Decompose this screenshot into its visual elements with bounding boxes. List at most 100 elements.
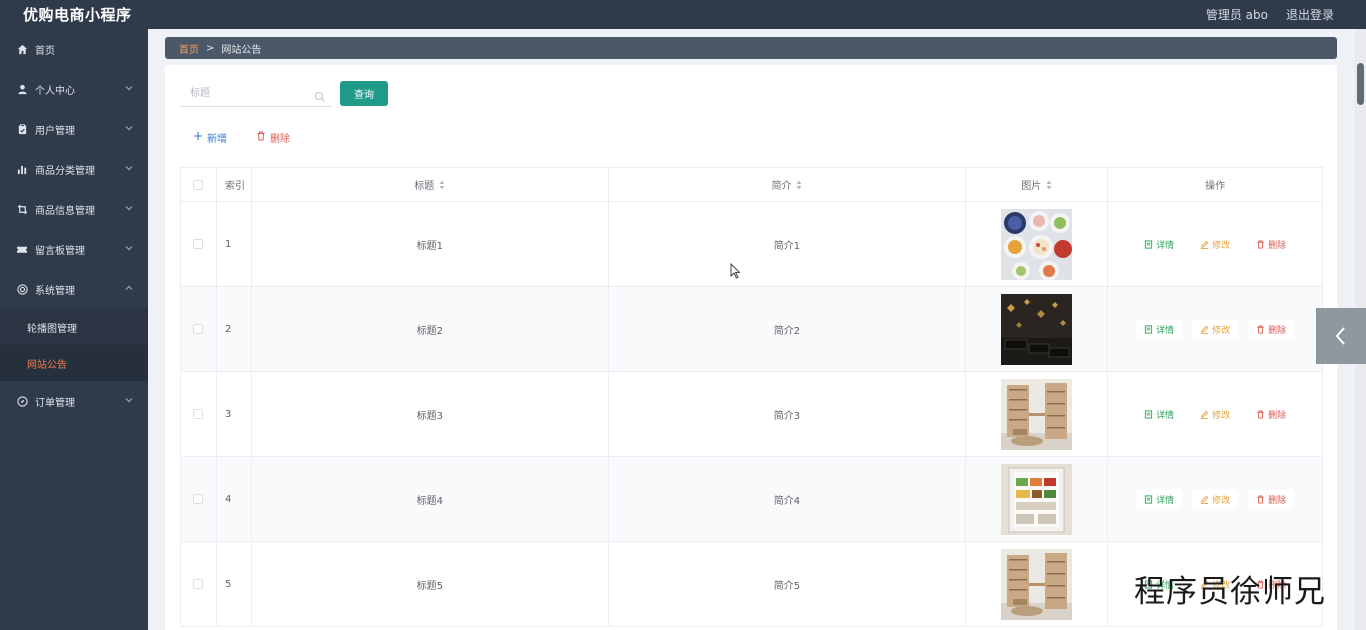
- query-button[interactable]: 查询: [340, 81, 388, 106]
- breadcrumb-current: 网站公告: [221, 44, 262, 56]
- sidebar-item-carousel-management[interactable]: 轮播图管理: [0, 309, 148, 345]
- row-title: 标题1: [252, 202, 609, 286]
- chevron-down-icon: [124, 243, 134, 253]
- bookshelf-room-photo[interactable]: [1001, 548, 1073, 620]
- sidebar-item-personal-center[interactable]: 个人中心: [0, 69, 148, 109]
- pencil-icon: [1200, 410, 1209, 419]
- row-checkbox[interactable]: [193, 494, 204, 504]
- clipboard-icon: [16, 123, 28, 135]
- edit-label: 修改: [1212, 410, 1231, 421]
- edit-button[interactable]: 修改: [1192, 404, 1239, 424]
- page-scrollbar-thumb[interactable]: [1357, 63, 1364, 105]
- delete-button[interactable]: 删除: [1248, 234, 1295, 254]
- delete-button[interactable]: 删除: [1248, 489, 1295, 509]
- batch-delete-button[interactable]: 删除: [256, 128, 290, 146]
- sidebar-item-label: 首页: [35, 45, 55, 57]
- add-button[interactable]: 新增: [193, 128, 227, 146]
- delete-button[interactable]: 删除: [1248, 404, 1295, 424]
- delete-button-label: 删除: [270, 133, 290, 145]
- row-checkbox[interactable]: [193, 409, 204, 419]
- sidebar-item-site-announcement[interactable]: 网站公告: [0, 345, 148, 381]
- search-icon[interactable]: [314, 88, 326, 102]
- detail-button[interactable]: 详情: [1136, 404, 1183, 424]
- breadcrumb-separator: >: [206, 42, 215, 54]
- row-intro: 简介4: [609, 457, 967, 541]
- header-checkbox-cell: [181, 168, 217, 201]
- sidebar-item-message-board[interactable]: 留言板管理: [0, 229, 148, 269]
- sidebar-item-label: 个人中心: [35, 85, 75, 97]
- delete-label: 删除: [1268, 325, 1287, 336]
- settings-circle-icon: [16, 283, 28, 295]
- document-icon: [1144, 494, 1153, 504]
- row-checkbox[interactable]: [193, 579, 204, 589]
- header-intro-label: 简介: [771, 181, 792, 192]
- detail-button[interactable]: 详情: [1136, 319, 1183, 339]
- header-index: 索引: [217, 168, 252, 201]
- delete-label: 删除: [1268, 410, 1287, 421]
- breadcrumb: 首页 > 网站公告: [165, 37, 1337, 59]
- edit-button[interactable]: 修改: [1192, 319, 1239, 339]
- logout-link[interactable]: 退出登录: [1286, 6, 1334, 23]
- document-icon: [1144, 409, 1153, 419]
- table-row: 3 标题3 简介3 详情 修改 删除: [181, 372, 1324, 457]
- row-ops: 详情 修改 删除: [1108, 372, 1324, 456]
- delete-label: 删除: [1268, 495, 1287, 506]
- dark-cabinet-photo[interactable]: [1001, 293, 1073, 365]
- chevron-down-icon: [124, 83, 134, 93]
- row-ops: 详情 修改 删除: [1108, 457, 1324, 541]
- edit-label: 修改: [1212, 495, 1231, 506]
- pencil-icon: [1200, 325, 1209, 334]
- edit-button[interactable]: 修改: [1192, 489, 1239, 509]
- header-title[interactable]: 标题: [252, 168, 609, 201]
- sidebar-item-label: 系统管理: [35, 285, 75, 297]
- row-image-cell: [966, 372, 1109, 456]
- row-index: 2: [217, 287, 252, 371]
- sidebar-item-product-management[interactable]: 商品信息管理: [0, 189, 148, 229]
- sidebar-item-user-management[interactable]: 用户管理: [0, 109, 148, 149]
- table-row: 1 标题1 简介1 详情 修改 删除: [181, 202, 1324, 287]
- chevron-up-icon: [124, 283, 134, 293]
- home-icon: [16, 43, 28, 55]
- chevron-down-icon: [124, 123, 134, 133]
- bookshelf-room-photo[interactable]: [1001, 378, 1073, 450]
- header-image[interactable]: 图片: [966, 168, 1109, 201]
- pencil-icon: [1200, 240, 1209, 249]
- trash-icon: [256, 131, 266, 144]
- chevron-down-icon: [124, 395, 134, 405]
- add-button-label: 新增: [207, 133, 227, 145]
- sidebar-item-home[interactable]: 首页: [0, 29, 148, 69]
- open-fridge-photo[interactable]: [1001, 463, 1073, 535]
- delete-label: 删除: [1268, 240, 1287, 251]
- row-checkbox-cell: [181, 287, 217, 371]
- detail-button[interactable]: 详情: [1136, 234, 1183, 254]
- sidebar-item-system-management[interactable]: 系统管理: [0, 269, 148, 309]
- mouse-cursor-icon: [730, 263, 741, 279]
- row-checkbox[interactable]: [193, 239, 204, 249]
- sort-icon: [439, 180, 445, 189]
- detail-label: 详情: [1156, 325, 1175, 336]
- edit-button[interactable]: 修改: [1192, 234, 1239, 254]
- sidebar-item-label: 商品信息管理: [35, 205, 95, 217]
- header-intro[interactable]: 简介: [609, 168, 967, 201]
- food-bowls-photo[interactable]: [1001, 208, 1073, 280]
- breadcrumb-home-link[interactable]: 首页: [179, 41, 199, 56]
- row-checkbox[interactable]: [193, 324, 204, 334]
- crop-icon: [16, 203, 28, 215]
- title-search-input[interactable]: [180, 82, 308, 105]
- document-icon: [1144, 324, 1153, 334]
- row-title: 标题5: [252, 542, 609, 626]
- ticket-icon: [16, 243, 28, 255]
- row-checkbox-cell: [181, 202, 217, 286]
- row-index: 1: [217, 202, 252, 286]
- sidebar-item-category-management[interactable]: 商品分类管理: [0, 149, 148, 189]
- side-panel-toggle[interactable]: [1316, 308, 1366, 364]
- delete-button[interactable]: 删除: [1248, 319, 1295, 339]
- sidebar-item-order-management[interactable]: 订单管理: [0, 381, 148, 421]
- sort-icon: [796, 180, 802, 189]
- compass-icon: [16, 395, 28, 407]
- select-all-checkbox[interactable]: [193, 179, 204, 190]
- header-right: 管理员 abo 退出登录: [1206, 0, 1334, 29]
- detail-button[interactable]: 详情: [1136, 489, 1183, 509]
- edit-label: 修改: [1212, 240, 1231, 251]
- row-ops: 详情 修改 删除: [1108, 287, 1324, 371]
